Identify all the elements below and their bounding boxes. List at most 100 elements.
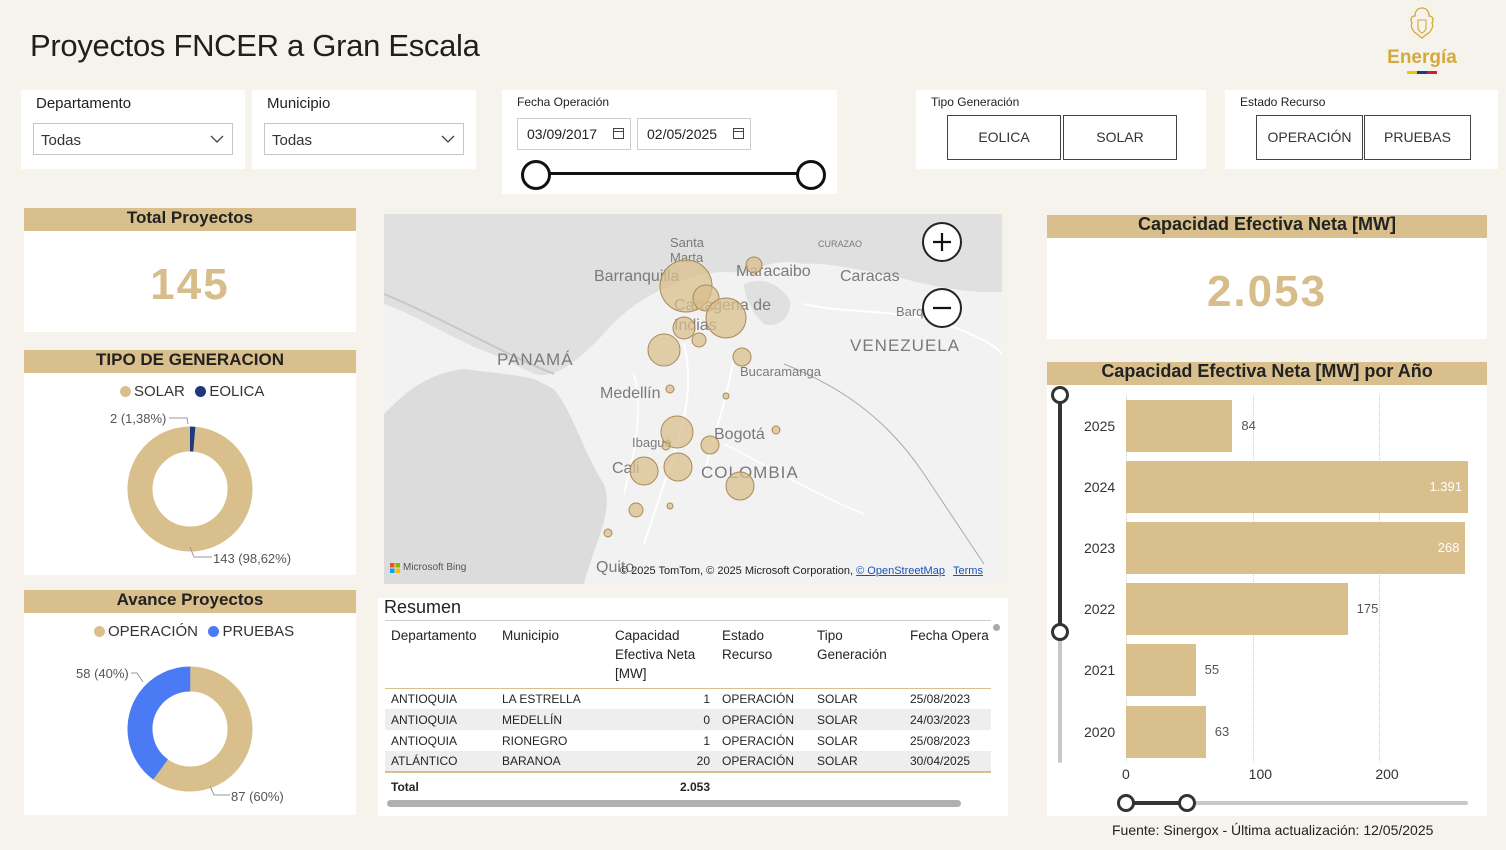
table-cell: OPERACIÓN (722, 754, 795, 768)
col-header[interactable]: Capacidad Efectiva Neta [MW] (609, 624, 716, 688)
calendar-icon[interactable] (733, 128, 744, 139)
legend-operacion[interactable]: OPERACIÓN (94, 623, 198, 640)
capacidad-value: 2.053 (1206, 267, 1328, 316)
table-row[interactable]: ANTIOQUIA MEDELLÍN 0 OPERACIÓN SOLAR 24/… (385, 709, 991, 730)
bar-value-label: 1.391 (1429, 478, 1462, 494)
tipo-generacion-slicer: Tipo Generación EOLICA SOLAR (916, 90, 1206, 169)
fecha-end-value: 02/05/2025 (647, 126, 718, 142)
departamento-dropdown[interactable]: Todas (33, 123, 233, 155)
terms-link[interactable]: Terms (953, 565, 983, 577)
bar-chart-area: 0 100 200 2025 84 2024 1.391 2023 268 2022 175 2021… (1047, 362, 1487, 816)
horizontal-scrollbar-thumb[interactable] (387, 800, 961, 807)
avance-proyectos-title: Avance Proyectos (24, 590, 356, 613)
map-bubble[interactable] (691, 332, 707, 348)
projects-map[interactable]: Santa Marta Barranquilla CURAZAO Maracai… (384, 214, 1002, 584)
table-cell: OPERACIÓN (722, 733, 795, 748)
map-bubble[interactable] (672, 316, 696, 340)
fecha-label: Fecha Operación (517, 95, 610, 109)
map-bubble[interactable] (666, 502, 674, 510)
map-bubble[interactable] (603, 528, 613, 538)
bar-value-label: 63 (1214, 723, 1230, 739)
map-bubble[interactable] (771, 425, 781, 435)
avance-proyectos-legend: OPERACIÓN PRUEBAS (94, 623, 300, 642)
bar[interactable] (1126, 522, 1466, 574)
tile-pruebas[interactable]: PRUEBAS (1364, 115, 1471, 160)
col-header[interactable]: Tipo Generación (811, 624, 904, 688)
map-bubble[interactable] (663, 452, 693, 482)
map-bubbles (603, 256, 781, 538)
col-header[interactable]: Estado Recurso (716, 624, 811, 688)
fecha-slider-track (535, 172, 811, 175)
map-bubble[interactable] (647, 333, 681, 367)
bar[interactable] (1126, 583, 1348, 636)
minus-icon (933, 306, 951, 310)
table-cell: 25/08/2023 (910, 733, 971, 748)
legend-solar[interactable]: SOLAR (120, 383, 185, 400)
y-category-label: 2023 (1084, 540, 1116, 556)
table-row[interactable]: ATLÁNTICO BARANOA 20 OPERACIÓN SOLAR 30/… (385, 751, 991, 772)
table-row[interactable]: ANTIOQUIA RIONEGRO 1 OPERACIÓN SOLAR 25/… (385, 730, 991, 751)
tipo-generacion-card: TIPO DE GENERACION SOLAR EOLICA 2 (1,38%… (24, 350, 356, 575)
map-bubble[interactable] (705, 297, 747, 339)
map-bubble[interactable] (629, 456, 659, 486)
osm-link[interactable]: © OpenStreetMap (856, 565, 945, 577)
map-bubble[interactable] (661, 441, 671, 451)
table-cell: BARANOA (502, 754, 561, 768)
col-header[interactable]: Municipio (496, 624, 609, 688)
tile-eolica[interactable]: EOLICA (947, 115, 1061, 160)
estado-recurso-slicer: Estado Recurso OPERACIÓN PRUEBAS (1225, 90, 1498, 169)
x-tick-label: 200 (1375, 766, 1399, 782)
map-attribution: © 2025 TomTom, © 2025 Microsoft Corporat… (620, 565, 983, 577)
plus-icon (933, 233, 951, 251)
bar[interactable] (1126, 705, 1206, 758)
title-divider (385, 620, 991, 621)
map-bubble[interactable] (745, 256, 763, 274)
vertical-scrollbar-thumb[interactable] (993, 624, 1000, 631)
departamento-value: Todas (41, 132, 82, 149)
table-cell: OPERACIÓN (722, 691, 795, 706)
resumen-title: Resumen (384, 597, 462, 617)
bar[interactable] (1126, 399, 1233, 452)
fecha-slider-start-handle[interactable] (521, 160, 551, 190)
map-bubble[interactable] (722, 392, 730, 400)
bar[interactable] (1126, 644, 1196, 697)
table-cell: 30/04/2025 (910, 754, 971, 768)
flag-stripe (1407, 71, 1437, 74)
total-label: Total (391, 780, 419, 794)
calendar-icon[interactable] (613, 128, 624, 139)
fecha-slider-end-handle[interactable] (796, 160, 826, 190)
chevron-down-icon (441, 135, 455, 143)
x-slider-end-handle[interactable] (1178, 794, 1196, 812)
zoom-out-button[interactable] (922, 288, 962, 328)
tile-solar[interactable]: SOLAR (1063, 115, 1177, 160)
legend-eolica[interactable]: EOLICA (195, 383, 264, 400)
legend-pruebas[interactable]: PRUEBAS (208, 623, 294, 640)
map-bubble[interactable] (628, 502, 644, 518)
fecha-start-input[interactable]: 03/09/2017 (517, 118, 631, 150)
y-category-label: 2021 (1084, 662, 1116, 679)
municipio-dropdown[interactable]: Todas (264, 123, 464, 155)
y-category-label: 2020 (1084, 723, 1116, 740)
label-pruebas: 58 (40%) (76, 666, 129, 681)
x-tick-label: 100 (1248, 766, 1273, 782)
total-proyectos-title: Total Proyectos (24, 208, 356, 231)
map-bubble[interactable] (732, 347, 752, 367)
map-bubble[interactable] (725, 471, 755, 501)
energia-logo: Energía (1380, 4, 1464, 76)
map-bubble[interactable] (665, 384, 675, 394)
fecha-slicer: Fecha Operación 03/09/2017 02/05/2025 (502, 90, 837, 194)
bar[interactable] (1126, 460, 1468, 513)
map-bubble[interactable] (700, 435, 720, 455)
tipo-generacion-title: TIPO DE GENERACION (24, 350, 356, 373)
zoom-in-button[interactable] (922, 222, 962, 262)
tile-operacion[interactable]: OPERACIÓN (1256, 115, 1363, 160)
capacidad-card: Capacidad Efectiva Neta [MW] 2.053 (1047, 215, 1487, 339)
col-header[interactable]: Departamento (385, 624, 496, 688)
table-cell: 1 (703, 691, 710, 706)
table-row[interactable]: ANTIOQUIA LA ESTRELLA 1 OPERACIÓN SOLAR … (385, 688, 991, 709)
leader-line (190, 547, 212, 558)
x-slider-start-handle[interactable] (1117, 794, 1135, 812)
fecha-end-input[interactable]: 02/05/2025 (637, 118, 751, 150)
municipio-value: Todas (272, 132, 313, 149)
col-header[interactable]: Fecha Opera (904, 624, 991, 688)
